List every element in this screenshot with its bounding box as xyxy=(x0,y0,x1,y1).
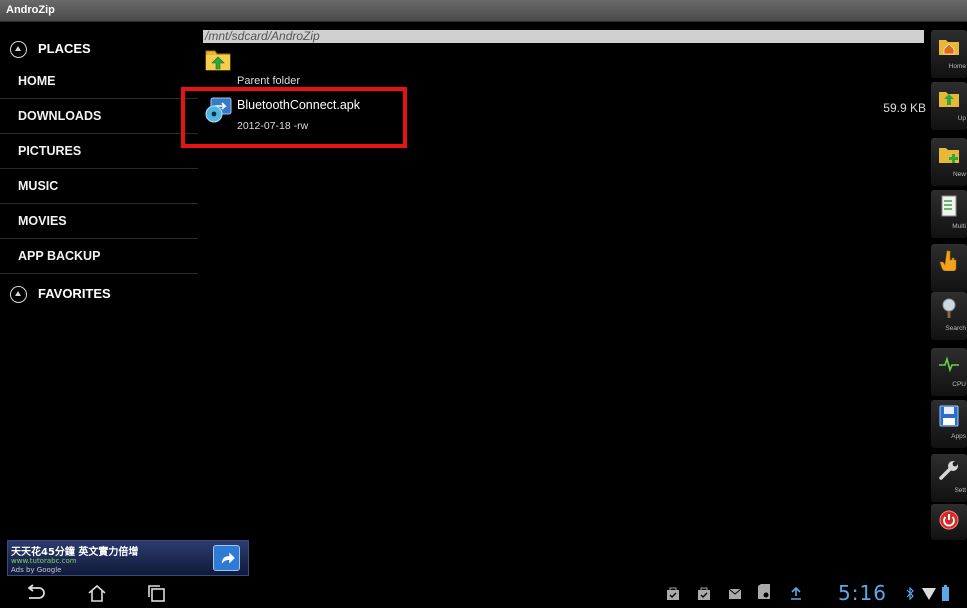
sidebar-item-pictures[interactable]: PICTURES xyxy=(0,134,198,169)
app-title: AndroZip xyxy=(6,4,55,16)
ad-headline: 天天花45分鐘 英文實力倍增 xyxy=(11,547,139,558)
shopping-bag-icon xyxy=(698,587,710,600)
places-label: PLACES xyxy=(38,41,91,56)
clock: 5:16 xyxy=(838,581,887,605)
ad-go-button[interactable] xyxy=(213,545,240,571)
sidebar-item-label: MUSIC xyxy=(18,179,59,193)
toolbar-label: Search xyxy=(945,325,966,332)
current-path: /mnt/sdcard/AndroZip xyxy=(205,29,320,43)
ad-url: www.tutorabc.com xyxy=(11,557,77,565)
share-arrow-icon xyxy=(221,552,235,564)
highlight-box xyxy=(181,87,407,148)
sidebar-item-downloads[interactable]: DOWNLOADS xyxy=(0,99,198,134)
toolbar-power-button[interactable] xyxy=(931,504,967,540)
toolbar-up-button[interactable]: Up xyxy=(931,82,967,130)
recent-apps-icon[interactable] xyxy=(146,584,168,602)
ad-banner[interactable]: 天天花45分鐘 英文實力倍增 www.tutorabc.com Ads by G… xyxy=(7,540,249,576)
toolbar-label: Home xyxy=(948,63,966,70)
toolbar-label: New xyxy=(952,171,966,178)
collapse-icon xyxy=(10,286,27,303)
toolbar-multi-button[interactable]: Multi xyxy=(931,190,967,238)
toolbar-new-button[interactable]: New xyxy=(931,138,967,186)
toolbar-label: Up xyxy=(957,115,966,122)
places-header[interactable]: PLACES xyxy=(0,32,198,66)
ad-attribution: Ads by Google xyxy=(11,566,62,574)
sidebar: PLACES HOME DOWNLOADS PICTURES MUSIC MOV… xyxy=(0,22,198,540)
home-icon[interactable] xyxy=(86,584,108,602)
back-icon[interactable] xyxy=(24,584,46,602)
sidebar-item-music[interactable]: MUSIC xyxy=(0,169,198,204)
system-bar: 5:16 xyxy=(0,578,967,608)
toolbar-label: CPU xyxy=(952,381,966,388)
toolbar-settings-button[interactable]: Sett xyxy=(931,454,967,502)
battery-icon xyxy=(942,585,949,601)
toolbar-label: Apps xyxy=(951,433,966,440)
toolbar-home-button[interactable]: Home xyxy=(931,30,967,78)
floppy-disk-icon xyxy=(939,405,959,427)
sidebar-item-app-backup[interactable]: APP BACKUP xyxy=(0,239,198,274)
folder-up-icon xyxy=(205,50,231,71)
sidebar-item-label: DOWNLOADS xyxy=(18,109,102,123)
multi-select-icon xyxy=(941,195,957,217)
collapse-icon xyxy=(10,41,27,58)
file-size: 59.9 KB xyxy=(883,101,926,115)
sidebar-item-label: APP BACKUP xyxy=(18,249,101,263)
sidebar-item-label: MOVIES xyxy=(18,214,67,228)
toolbar-search-button[interactable]: Search xyxy=(931,292,967,340)
sidebar-item-home[interactable]: HOME xyxy=(0,64,198,99)
toolbar-hand-button[interactable] xyxy=(931,244,967,292)
cpu-pulse-icon xyxy=(939,356,959,373)
favorites-header[interactable]: FAVORITES xyxy=(0,277,198,311)
wrench-icon xyxy=(939,461,958,480)
upload-icon xyxy=(791,587,801,600)
sidebar-item-label: PICTURES xyxy=(18,144,82,158)
favorites-label: FAVORITES xyxy=(38,286,111,301)
search-icon xyxy=(942,298,956,318)
parent-folder-label: Parent folder xyxy=(237,75,300,87)
home-folder-icon xyxy=(939,40,959,55)
toolbar-label: Sett xyxy=(954,487,966,494)
wifi-icon xyxy=(922,588,936,600)
folder-up-icon xyxy=(939,92,959,107)
bluetooth-icon xyxy=(906,587,914,600)
sidebar-item-label: HOME xyxy=(18,74,56,88)
toolbar-apps-button[interactable]: Apps xyxy=(931,400,967,448)
shopping-bag-icon xyxy=(667,587,679,600)
power-icon xyxy=(939,510,959,530)
sd-card-icon xyxy=(758,584,770,599)
parent-folder-row[interactable]: Parent folder xyxy=(200,44,930,88)
title-bar: AndroZip xyxy=(0,0,967,22)
path-bar: /mnt/sdcard/AndroZip xyxy=(203,29,924,43)
new-folder-icon xyxy=(939,148,959,163)
mail-icon xyxy=(728,588,742,599)
hand-pointer-icon xyxy=(939,250,957,271)
sidebar-item-movies[interactable]: MOVIES xyxy=(0,204,198,239)
toolbar-cpu-button[interactable]: CPU xyxy=(931,348,967,396)
toolbar-label: Multi xyxy=(952,223,966,230)
